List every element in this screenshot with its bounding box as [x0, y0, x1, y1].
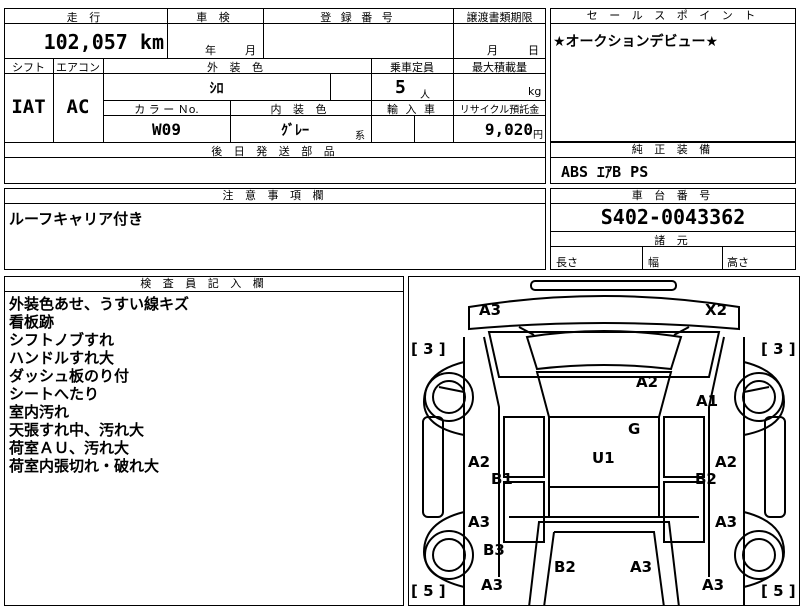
max-load-label: 最大積載量: [472, 61, 527, 74]
shift-value: IAT: [11, 96, 46, 118]
max-load-unit: kg: [528, 85, 542, 98]
shift-label: シフト: [12, 61, 45, 74]
damage-mark: A3: [715, 513, 738, 531]
tire-front-right: [ 3 ]: [761, 340, 796, 358]
equipment-label: 純 正 装 備: [551, 143, 795, 158]
car-diagram-box: [ 3 ] [ 3 ] [ 5 ] [ 5 ] A3 X2 A2 A1 G U1…: [408, 276, 800, 606]
recycle-fee-value: 9,020: [484, 120, 533, 139]
tire-front-left-value: 3: [423, 340, 434, 358]
color-number-value: W09: [152, 120, 181, 139]
caution-box: 注 意 事 項 欄 ルーフキャリア付き: [4, 188, 546, 270]
damage-mark: A1: [696, 392, 719, 410]
tire-front-left: [ 3 ]: [411, 340, 446, 358]
note-item: 天張すれ中、汚れ大: [9, 421, 145, 439]
capacity-label: 乗車定員: [390, 61, 434, 74]
capacity-unit: 人: [420, 90, 430, 101]
mileage-value: 102,057 km: [4, 30, 164, 54]
shaken-month: 月: [245, 44, 256, 57]
sales-point-box: セ ー ル ス ポ イ ン ト ★オークションデビュー★: [550, 8, 796, 142]
interior-color-suffix: 系: [355, 131, 365, 142]
interior-color-label: 内 装 色: [270, 103, 331, 116]
note-item: シートへたり: [9, 385, 100, 403]
damage-mark: G: [628, 420, 641, 438]
damage-mark: B1: [491, 470, 513, 488]
caution-label: 注 意 事 項 欄: [5, 189, 545, 204]
sales-point-label: セ ー ル ス ポ イ ン ト: [551, 9, 795, 24]
exterior-color-label: 外 装 色: [207, 61, 267, 74]
damage-mark: A3: [468, 513, 491, 531]
equipment-text: ABS ｴｱB PS: [561, 163, 649, 181]
dims-height: 高さ: [727, 256, 749, 269]
note-item: 室内汚れ: [9, 403, 70, 421]
damage-mark: A2: [468, 453, 491, 471]
note-item: ハンドルすれ大: [9, 349, 115, 367]
damage-mark: B2: [695, 470, 717, 488]
transfer-month: 月: [487, 44, 498, 57]
chassis-number: S402-0043362: [600, 205, 746, 229]
tire-rear-left-value: 5: [423, 582, 434, 600]
damage-mark: A3: [702, 576, 725, 594]
note-item: 外装色あせ、うすい線キズ: [9, 295, 190, 313]
inspector-label: 検 査 員 記 入 欄: [5, 277, 403, 292]
note-item: シフトノブすれ: [9, 331, 115, 349]
equipment-box: 純 正 装 備 ABS ｴｱB PS: [550, 142, 796, 184]
dims-length: 長さ: [556, 256, 578, 269]
sales-point-text: ★オークションデビュー★: [553, 34, 719, 50]
damage-mark: A3: [630, 558, 653, 576]
ac-value: AC: [66, 96, 90, 118]
note-item: ダッシュ板のり付: [9, 367, 130, 385]
damage-mark: X2: [705, 301, 728, 319]
chassis-box: 車 台 番 号 S402-0043362 諸 元 長さ 幅 高さ: [550, 188, 796, 270]
damage-mark: A3: [481, 576, 504, 594]
note-item: 看板跡: [9, 313, 55, 331]
inspector-notes-box: 検 査 員 記 入 欄 外装色あせ、うすい線キズ 看板跡 シフトノブすれ ハンド…: [4, 276, 404, 606]
inspector-notes-list: 外装色あせ、うすい線キズ 看板跡 シフトノブすれ ハンドルすれ大 ダッシュ板のり…: [9, 295, 189, 475]
damage-mark: A2: [636, 373, 659, 391]
import-label: 輸 入 車: [387, 103, 437, 116]
damage-mark: A2: [715, 453, 738, 471]
damage-mark: U1: [592, 449, 615, 467]
tire-rear-right-value: 5: [773, 582, 784, 600]
later-parts-label: 後 日 発 送 部 品: [211, 145, 339, 158]
tire-front-right-value: 3: [773, 340, 784, 358]
caution-text: ルーフキャリア付き: [9, 210, 144, 228]
note-item: 荷室ＡＵ、汚れ大: [9, 439, 130, 457]
damage-mark: A3: [479, 301, 502, 319]
mileage-unit: km: [139, 30, 164, 54]
tire-rear-right: [ 5 ]: [761, 582, 796, 600]
note-item: 荷室内張切れ・破れ大: [9, 457, 160, 475]
ac-label: エアコン: [56, 61, 100, 74]
transfer-deadline-label: 譲渡書類期限: [466, 11, 533, 24]
shaken-label: 車 検: [196, 11, 234, 24]
tire-rear-left: [ 5 ]: [411, 582, 446, 600]
dims-width: 幅: [648, 256, 659, 269]
shaken-year: 年: [205, 44, 216, 57]
registration-label: 登 録 番 号: [320, 11, 396, 24]
recycle-fee-unit: 円: [533, 130, 543, 141]
transfer-day: 日: [528, 44, 539, 57]
car-outline-diagram: [422, 280, 786, 605]
capacity-value: 5: [395, 77, 406, 98]
mileage-number: 102,057: [43, 30, 128, 54]
damage-mark: B3: [483, 541, 505, 559]
exterior-color-value: ｼﾛ: [209, 81, 224, 97]
color-number-label: カ ラ ー Ｎo.: [134, 103, 199, 116]
damage-mark: B2: [554, 558, 576, 576]
mileage-label: 走 行: [66, 11, 105, 24]
chassis-label: 車 台 番 号: [551, 189, 795, 204]
interior-color-value: ｸﾞﾚｰ: [281, 123, 309, 139]
recycle-fee-label: リサイクル預託金: [459, 105, 540, 116]
